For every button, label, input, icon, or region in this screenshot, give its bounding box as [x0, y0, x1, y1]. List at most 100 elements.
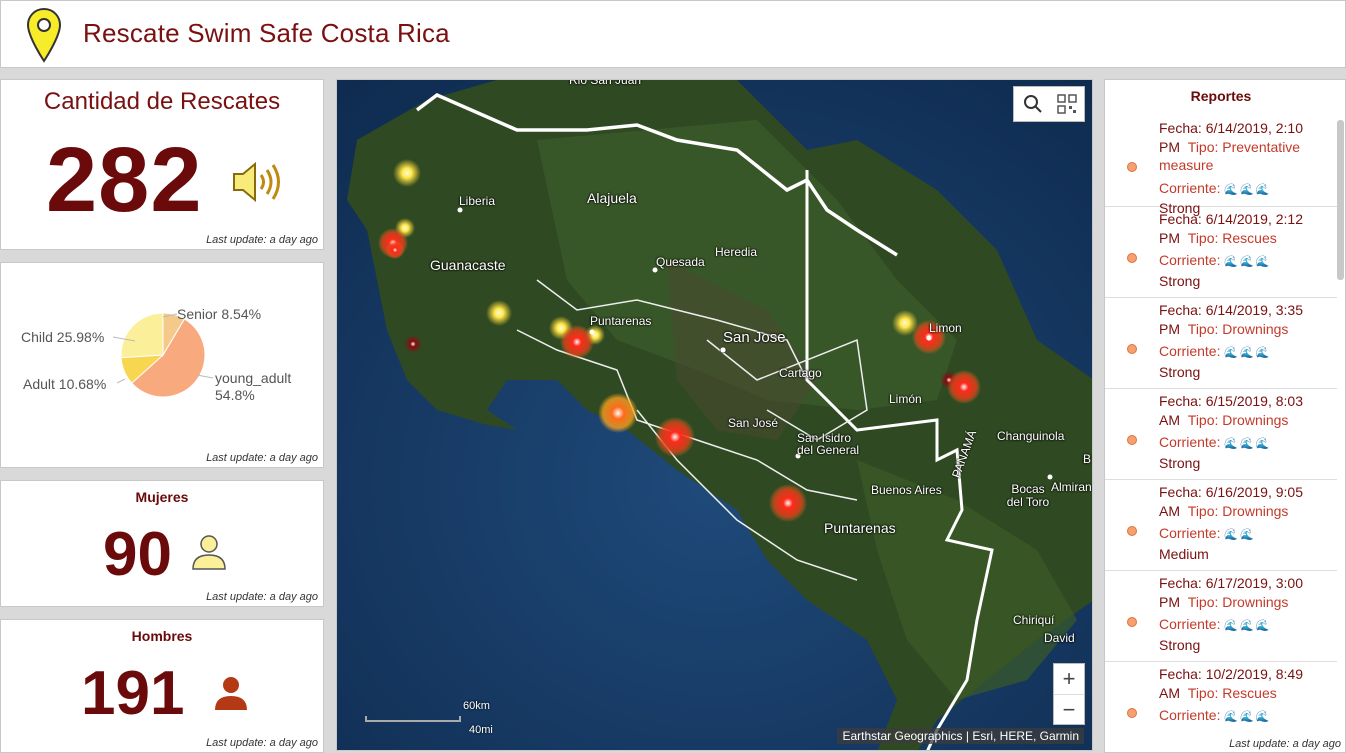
scale-bar-line	[365, 716, 461, 722]
map-label: Limon	[929, 321, 962, 335]
pie-leader-line	[116, 378, 126, 384]
report-current-strength: Medium	[1159, 545, 1209, 562]
report-text: Fecha: 6/17/2019, 3:00 PM Tipo: Drowning…	[1159, 574, 1335, 654]
men-count-card: Hombres 191 Last update: a day ago	[0, 619, 324, 753]
person-icon	[192, 535, 226, 570]
map-label: Guanacaste	[430, 257, 506, 273]
zoom-controls: + −	[1053, 663, 1085, 725]
report-type: Tipo: Drownings	[1187, 593, 1289, 610]
map-label: San Jose	[723, 329, 786, 346]
reports-scrollbar[interactable]	[1337, 120, 1344, 280]
pie-label-adult: Adult 10.68%	[23, 376, 107, 392]
report-list-item[interactable]: Fecha: 6/14/2019, 2:12 PM Tipo: Rescues C…	[1105, 207, 1337, 298]
qr-code-icon[interactable]	[1056, 93, 1078, 115]
rescues-count-title: Cantidad de Rescates	[43, 88, 281, 115]
rescues-count-value: 282	[46, 129, 203, 231]
pie-label-senior: Senior 8.54%	[177, 306, 262, 322]
report-marker-icon	[1127, 253, 1137, 263]
report-marker-icon	[1127, 162, 1137, 172]
wave-icon: 🌊🌊🌊	[1224, 711, 1272, 723]
scale-bar: 60km 40mi	[365, 698, 495, 738]
scale-km-label: 60km	[463, 700, 490, 712]
report-type: Tipo: Drownings	[1187, 411, 1289, 428]
reports-panel[interactable]: Reportes Fecha: 6/14/2019, 2:10 PM Tipo:…	[1104, 79, 1346, 753]
map-label: Puntarenas	[824, 520, 896, 536]
map-label: Alajuela	[587, 190, 637, 206]
report-list-item[interactable]: Fecha: 6/14/2019, 3:35 PM Tipo: Drowning…	[1105, 298, 1337, 389]
report-text: Fecha: 6/14/2019, 2:10 PM Tipo: Preventa…	[1159, 119, 1335, 218]
rescues-count-card: Cantidad de Rescates 282 Last update: a …	[0, 79, 324, 250]
map-toolbar	[1013, 86, 1085, 122]
wave-icon: 🌊🌊🌊	[1224, 256, 1272, 268]
map-label: Changuinola	[997, 429, 1065, 443]
wave-icon: 🌊🌊🌊	[1224, 438, 1272, 450]
pie-label-young-adult-name: young_adult	[215, 370, 292, 386]
map-pin-icon	[26, 7, 62, 63]
map-label: Puntarenas	[590, 314, 652, 328]
report-list-item[interactable]: Fecha: 6/15/2019, 8:03 AM Tipo: Drowning…	[1105, 389, 1337, 480]
pie-slice-child[interactable]	[120, 312, 164, 359]
map-label: Heredia	[715, 245, 758, 259]
women-count-value: 90	[103, 520, 172, 589]
map-label: San José	[728, 416, 779, 430]
women-count-card: Mujeres 90 Last update: a day ago	[0, 480, 324, 607]
men-count-value: 191	[81, 659, 185, 728]
search-icon[interactable]	[1022, 93, 1044, 115]
report-current-strength: Strong	[1159, 272, 1201, 289]
map-label: Cartago	[779, 366, 822, 380]
report-type: Tipo: Rescues	[1187, 684, 1277, 701]
report-type: Tipo: Drownings	[1187, 320, 1289, 337]
report-text: Fecha: 10/2/2019, 8:49 AM Tipo: Rescues C…	[1159, 665, 1335, 727]
women-count-title: Mujeres	[135, 489, 189, 505]
report-marker-icon	[1127, 708, 1137, 718]
report-current-label: Corriente:	[1159, 525, 1221, 541]
report-marker-icon	[1127, 435, 1137, 445]
report-current-label: Corriente:	[1159, 434, 1221, 450]
report-marker-icon	[1127, 526, 1137, 536]
zoom-in-button[interactable]: +	[1054, 664, 1084, 694]
report-list-item[interactable]: Fecha: 6/14/2019, 2:10 PM Tipo: Preventa…	[1105, 116, 1337, 216]
wave-icon: 🌊🌊🌊	[1224, 183, 1272, 196]
last-update-label: Last update: a day ago	[206, 234, 318, 246]
last-update-label: Last update: a day ago	[206, 737, 318, 749]
age-group-pie-chart	[112, 312, 214, 398]
last-update-label: Last update: a day ago	[206, 591, 318, 603]
age-group-pie-card: Senior 8.54% Child 25.98% Adult 10.68% y…	[0, 262, 324, 468]
map-label: San Isidro del General	[797, 431, 860, 457]
report-current-strength: Strong	[1159, 363, 1201, 380]
app-title: Rescate Swim Safe Costa Rica	[83, 18, 450, 48]
map-attribution[interactable]: Earthstar Geographics | Esri, HERE, Garm…	[837, 728, 1084, 744]
rescue-map[interactable]: Rio San Juan Liberia Alajuela Guanacaste…	[336, 79, 1093, 751]
scale-mi-label: 40mi	[469, 724, 493, 736]
map-label: Liberia	[459, 194, 496, 208]
pie-label-child: Child 25.98%	[21, 329, 105, 345]
report-current-label: Corriente:	[1159, 616, 1221, 632]
map-label: Chiriquí	[1013, 613, 1055, 627]
report-list-item[interactable]: Fecha: 6/17/2019, 3:00 PM Tipo: Drowning…	[1105, 571, 1337, 662]
speaker-icon	[233, 161, 280, 203]
pie-label-young-adult-value: 54.8%	[215, 387, 255, 403]
report-current-label: Corriente:	[1159, 343, 1221, 359]
report-list-item[interactable]: Fecha: 6/16/2019, 9:05 AM Tipo: Drowning…	[1105, 480, 1337, 571]
report-type: Tipo: Drownings	[1187, 502, 1289, 519]
wave-icon: 🌊🌊	[1224, 529, 1256, 541]
report-text: Fecha: 6/15/2019, 8:03 AM Tipo: Drowning…	[1159, 392, 1335, 472]
zoom-out-button[interactable]: −	[1054, 694, 1084, 724]
map-label: Bocas del Toro	[1006, 482, 1050, 509]
report-current-label: Corriente:	[1159, 252, 1221, 268]
report-current-label: Corriente:	[1159, 707, 1221, 723]
app-header: Rescate Swim Safe Costa Rica	[0, 0, 1346, 68]
report-marker-icon	[1127, 344, 1137, 354]
wave-icon: 🌊🌊🌊	[1224, 347, 1272, 359]
report-text: Fecha: 6/14/2019, 2:12 PM Tipo: Rescues C…	[1159, 210, 1335, 290]
report-current-label: Corriente:	[1159, 179, 1221, 196]
map-label: David	[1044, 631, 1075, 645]
map-canvas[interactable]	[337, 80, 1093, 751]
map-label: Limón	[889, 392, 922, 406]
map-label: Almiran	[1051, 480, 1092, 494]
map-label: Buenos Aires	[871, 483, 942, 497]
map-label: Quesada	[656, 255, 705, 269]
report-text: Fecha: 6/16/2019, 9:05 AM Tipo: Drowning…	[1159, 483, 1335, 563]
report-marker-icon	[1127, 617, 1137, 627]
men-count-title: Hombres	[131, 628, 193, 644]
